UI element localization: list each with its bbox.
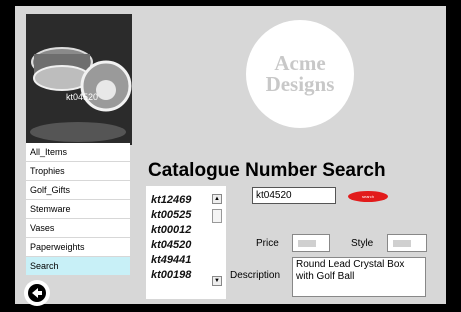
search-go-button[interactable]: search [348,191,388,202]
description-field[interactable]: Round Lead Crystal Box with Golf Ball [292,257,426,297]
style-value-blurred [393,240,411,247]
page-title: Catalogue Number Search [148,160,386,181]
logo-line-1: Acme [274,51,326,75]
list-scrollbar[interactable]: ▲ ▼ [212,194,222,286]
scroll-down-arrow-icon[interactable]: ▼ [212,276,222,286]
list-item[interactable]: kt04520 [151,239,191,251]
style-field[interactable] [387,234,427,252]
nav-item-search[interactable]: Search [26,257,130,275]
list-item[interactable]: kt00525 [151,209,191,221]
description-label: Description [230,270,281,281]
scroll-thumb[interactable] [212,209,222,223]
nav-item-all-items[interactable]: All_Items [26,143,130,161]
product-photo: kt04520 [26,14,132,145]
scroll-up-arrow-icon[interactable]: ▲ [212,194,222,204]
company-logo: Acme Designs [246,20,354,128]
back-arrow-icon [28,284,46,302]
list-item[interactable]: kt00012 [151,224,191,236]
logo-line-2: Designs [265,72,335,96]
nav-item-trophies[interactable]: Trophies [26,162,130,180]
catalogue-number-list[interactable]: kt12469 kt00525 kt00012 kt04520 kt49441 … [146,186,226,299]
price-value-blurred [298,240,316,247]
back-button[interactable] [24,280,50,306]
list-item[interactable]: kt49441 [151,254,191,266]
price-field[interactable] [292,234,330,252]
photo-caption: kt04520 [66,92,99,102]
price-label: Price [256,238,279,249]
nav-item-paperweights[interactable]: Paperweights [26,238,130,256]
list-item[interactable]: kt12469 [151,194,191,206]
nav-item-vases[interactable]: Vases [26,219,130,237]
category-nav: All_Items Trophies Golf_Gifts Stemware V… [26,143,130,276]
nav-item-stemware[interactable]: Stemware [26,200,130,218]
list-item[interactable]: kt00198 [151,269,191,281]
nav-item-golf-gifts[interactable]: Golf_Gifts [26,181,130,199]
catalogue-number-input[interactable]: kt04520 [252,187,336,204]
style-label: Style [351,238,374,249]
